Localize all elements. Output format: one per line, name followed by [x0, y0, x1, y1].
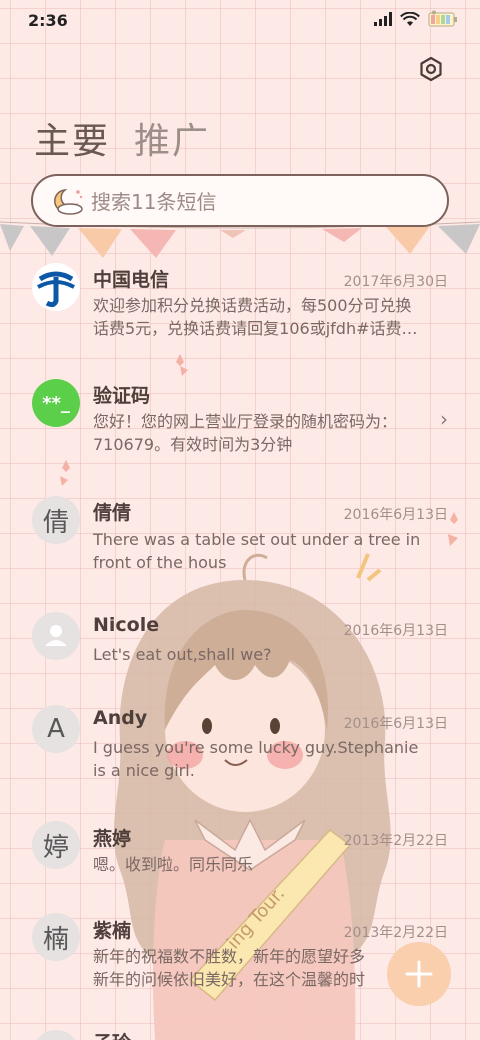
preview-line: 话费5元，兑换话费请回复106或jfdh#话费…: [93, 319, 418, 338]
list-item[interactable]: 婷 燕婷 2013年2月22日 嗯。收到啦。同乐同乐: [0, 821, 480, 911]
preview-line: 嗯。收到啦。同乐同乐: [93, 855, 254, 874]
preview-line: 710679。有效时间为3分钟: [93, 435, 293, 454]
list-item[interactable]: 子玲: [0, 1030, 480, 1040]
search-placeholder: 搜索11条短信: [91, 190, 217, 214]
contact-name: 紫楠: [93, 920, 132, 942]
contact-name: Andy: [93, 707, 148, 729]
contact-name: 验证码: [93, 385, 151, 407]
avatar: [32, 1030, 80, 1040]
person-icon: [32, 612, 80, 660]
china-telecom-logo: [32, 263, 80, 311]
message-preview: There was a table set out under a tree i…: [93, 528, 443, 574]
status-icons: [374, 10, 458, 28]
list-item[interactable]: **_ 验证码 › 您好！您的网上营业厅登录的随机密码为： 710679。有效时…: [0, 377, 480, 487]
message-preview: Let's eat out,shall we?: [93, 643, 443, 666]
avatar: 楠: [32, 913, 80, 961]
list-item[interactable]: A Andy 2016年6月13日 I guess you're some lu…: [0, 703, 480, 813]
search-icon: [54, 188, 83, 215]
status-bar: 2:36: [0, 0, 480, 40]
avatar-initial: **_: [42, 392, 70, 414]
avatar: 倩: [32, 496, 80, 544]
tab-main[interactable]: 主要: [34, 112, 110, 164]
search-input[interactable]: 搜索11条短信: [31, 174, 449, 227]
preview-line: front of the hous: [93, 553, 227, 572]
preview-line: I guess you're some lucky guy.Stephanie: [93, 738, 419, 757]
avatar-initial: A: [47, 714, 65, 744]
preview-line: is a nice girl.: [93, 761, 195, 780]
new-message-button[interactable]: [387, 942, 451, 1006]
contact-name: 倩倩: [93, 502, 132, 524]
message-date: 2016年6月13日: [343, 507, 448, 523]
avatar-initial: 婷: [42, 832, 69, 863]
avatar: A: [32, 705, 80, 753]
contact-name: Nicole: [93, 614, 160, 636]
wifi-icon: [400, 11, 420, 26]
add-icon: [405, 960, 433, 988]
message-preview: 欢迎参加积分兑换话费活动，每500分可兑换 话费5元，兑换话费请回复106或jf…: [93, 294, 443, 340]
tab-bar: 主要 推广: [34, 112, 210, 164]
settings-icon: [420, 56, 442, 82]
avatar: **_: [32, 379, 80, 427]
message-date: 2013年2月22日: [343, 833, 448, 849]
avatar: [32, 612, 80, 660]
message-date: 2016年6月13日: [343, 716, 448, 732]
message-preview: I guess you're some lucky guy.Stephanie …: [93, 736, 443, 782]
avatar: 婷: [32, 821, 80, 869]
status-time: 2:36: [28, 11, 68, 30]
contact-name: 子玲: [93, 1028, 131, 1040]
preview-line: There was a table set out under a tree i…: [93, 530, 421, 549]
preview-line: 欢迎参加积分兑换话费活动，每500分可兑换: [93, 296, 412, 315]
contact-name: 燕婷: [93, 828, 132, 850]
tab-promotion[interactable]: 推广: [134, 112, 210, 164]
list-item[interactable]: 中国电信 2017年6月30日 欢迎参加积分兑换话费活动，每500分可兑换 话费…: [0, 255, 480, 365]
preview-line: Let's eat out,shall we?: [93, 645, 272, 664]
message-date: 2016年6月13日: [343, 623, 448, 639]
message-date: 2017年6月30日: [343, 274, 448, 290]
preview-line: 您好！您的网上营业厅登录的随机密码为：: [93, 412, 398, 431]
battery-icon: [428, 10, 457, 27]
message-date: 2013年2月22日: [343, 925, 448, 941]
avatar: [32, 263, 80, 311]
list-item[interactable]: Nicole 2016年6月13日 Let's eat out,shall we…: [0, 610, 480, 700]
avatar-initial: 倩: [42, 507, 69, 538]
message-preview: 您好！您的网上营业厅登录的随机密码为： 710679。有效时间为3分钟: [93, 410, 443, 456]
contact-name: 中国电信: [93, 269, 170, 291]
settings-button[interactable]: [418, 56, 444, 82]
avatar-initial: 楠: [42, 924, 69, 955]
message-preview: 嗯。收到啦。同乐同乐: [93, 853, 443, 876]
list-item[interactable]: 倩 倩倩 2016年6月13日 There was a table set ou…: [0, 493, 480, 603]
signal-icon: [374, 12, 392, 26]
